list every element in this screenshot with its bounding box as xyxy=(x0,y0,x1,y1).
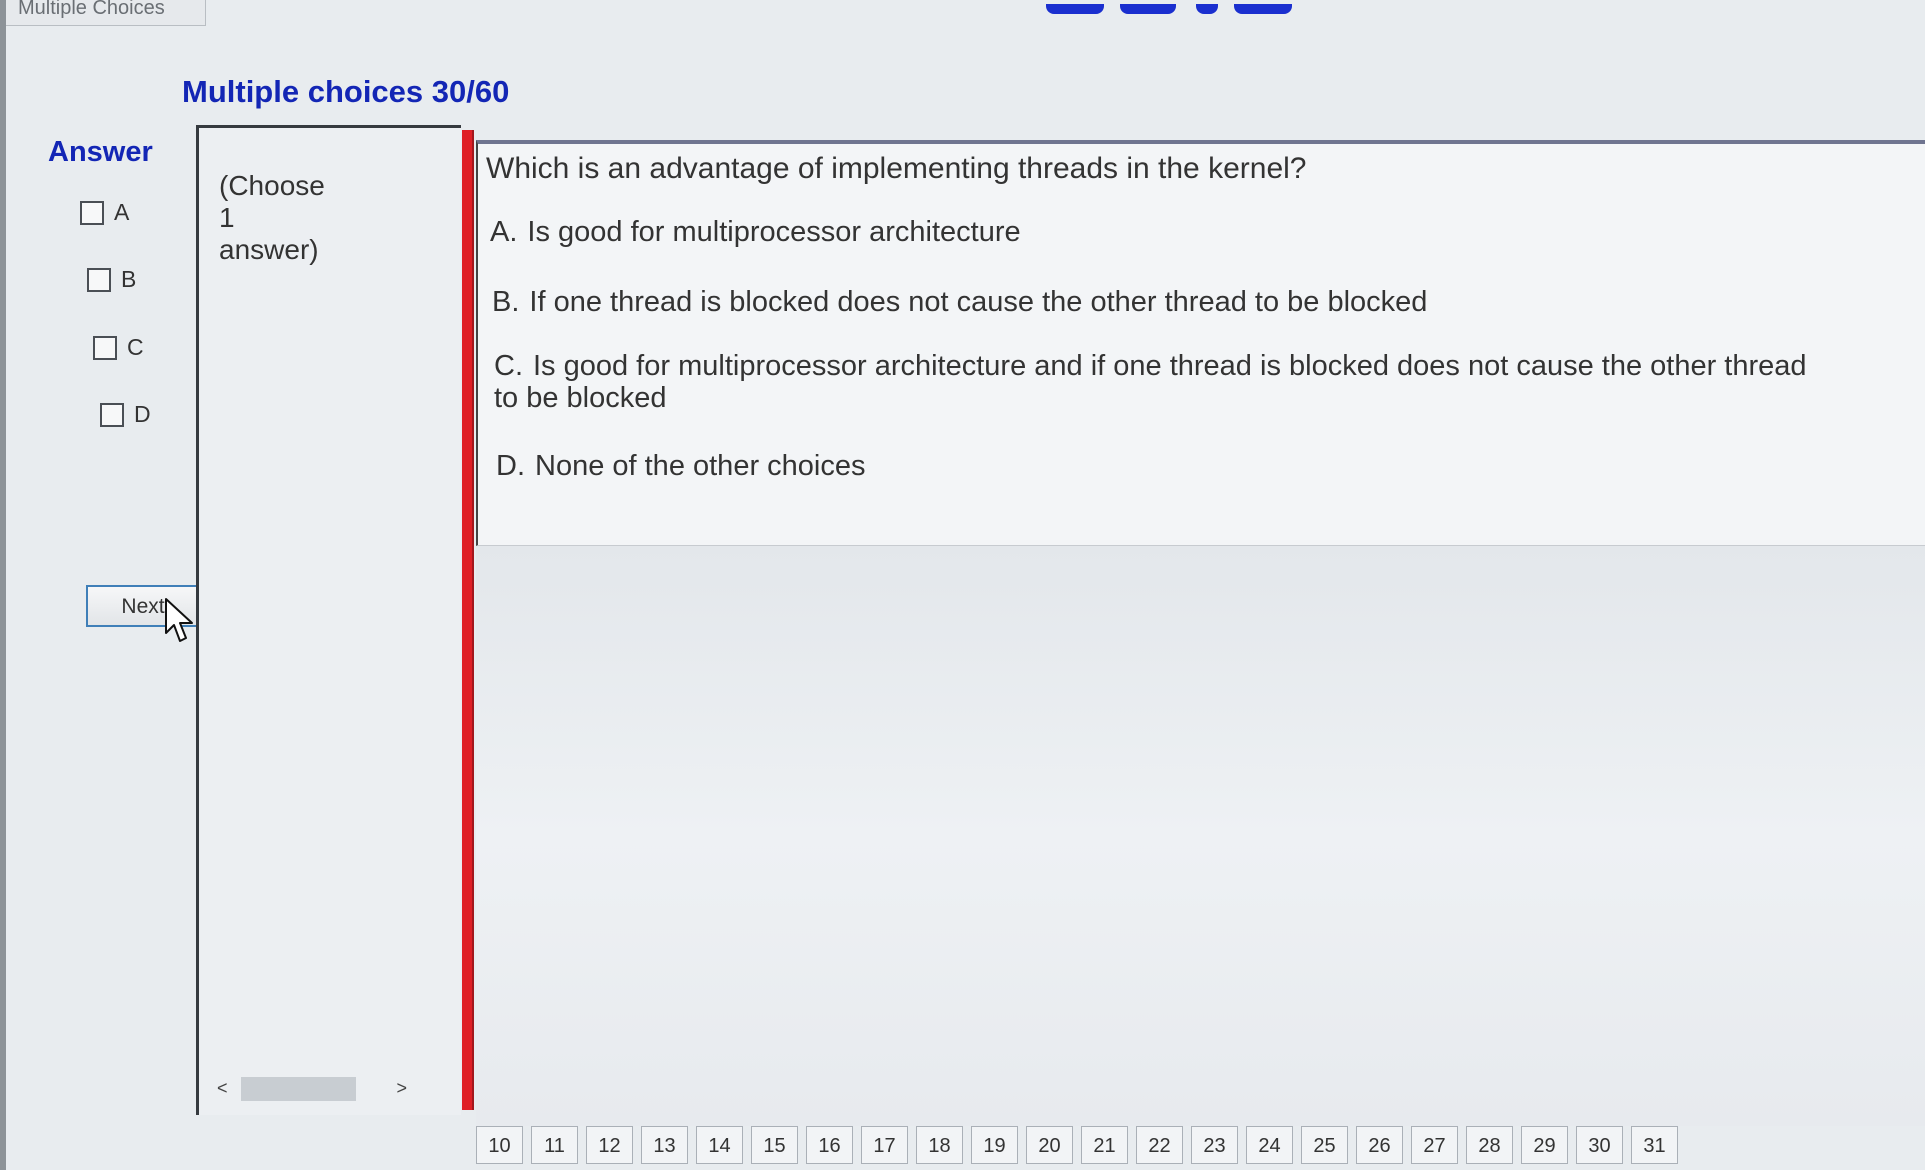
option-b: B. If one thread is blocked does not caus… xyxy=(492,286,1772,318)
choice-label-d: D xyxy=(134,401,151,427)
question-number-28[interactable]: 28 xyxy=(1466,1126,1513,1164)
option-a: A. Is good for multiprocessor architectur… xyxy=(490,216,1770,248)
question-number-17[interactable]: 17 xyxy=(861,1126,908,1164)
arrow-cursor-icon xyxy=(165,598,193,642)
option-d: D. None of the other choices xyxy=(496,450,1776,482)
blank-content-area xyxy=(476,546,1925,1126)
red-divider xyxy=(462,130,474,1110)
choice-label-b: B xyxy=(121,266,137,292)
checkbox-d[interactable] xyxy=(100,402,124,427)
scroll-left-button[interactable]: < xyxy=(217,1078,228,1099)
checkbox-b[interactable] xyxy=(87,267,111,292)
question-number-22[interactable]: 22 xyxy=(1136,1126,1183,1164)
question-number-27[interactable]: 27 xyxy=(1411,1126,1458,1164)
option-a-letter: A. xyxy=(490,216,518,248)
option-b-letter: B. xyxy=(492,286,520,318)
question-number-29[interactable]: 29 xyxy=(1521,1126,1568,1164)
option-c-letter: C. xyxy=(494,350,523,382)
checkbox-a[interactable] xyxy=(80,200,104,225)
question-number-18[interactable]: 18 xyxy=(916,1126,963,1164)
question-prompt: Which is an advantage of implementing th… xyxy=(486,152,1307,185)
question-number-15[interactable]: 15 xyxy=(751,1126,798,1164)
window-tab-label: Multiple Choices xyxy=(18,0,165,19)
question-number-13[interactable]: 13 xyxy=(641,1126,688,1164)
quiz-app: Multiple Choices Multiple choices 30/60 … xyxy=(0,0,1925,1170)
choice-label-a: A xyxy=(114,199,130,225)
question-number-16[interactable]: 16 xyxy=(806,1126,853,1164)
page-title: Multiple choices 30/60 xyxy=(182,74,510,109)
window-tab[interactable]: Multiple Choices xyxy=(6,0,206,26)
question-number-20[interactable]: 20 xyxy=(1026,1126,1073,1164)
question-number-19[interactable]: 19 xyxy=(971,1126,1018,1164)
option-d-text: None of the other choices xyxy=(535,450,866,482)
screen: Multiple Choices Multiple choices 30/60 … xyxy=(0,0,1925,1170)
horizontal-scrollbar-thumb[interactable] xyxy=(241,1077,356,1101)
question-number-12[interactable]: 12 xyxy=(586,1126,633,1164)
question-number-30[interactable]: 30 xyxy=(1576,1126,1623,1164)
option-d-letter: D. xyxy=(496,450,525,482)
option-a-text: Is good for multiprocessor architecture xyxy=(527,216,1021,248)
question-number-21[interactable]: 21 xyxy=(1081,1126,1128,1164)
scroll-right-button[interactable]: > xyxy=(396,1078,407,1099)
question-number-11[interactable]: 11 xyxy=(531,1126,578,1164)
checkbox-c[interactable] xyxy=(93,335,117,360)
question-number-25[interactable]: 25 xyxy=(1301,1126,1348,1164)
question-navigation: 10 11 12 13 14 15 16 17 18 19 20 21 22 2… xyxy=(476,1126,1925,1170)
logo-fragment xyxy=(1046,0,1306,14)
option-c-text: Is good for multiprocessor architecture … xyxy=(494,350,1807,414)
question-number-14[interactable]: 14 xyxy=(696,1126,743,1164)
question-number-23[interactable]: 23 xyxy=(1191,1126,1238,1164)
question-number-10[interactable]: 10 xyxy=(476,1126,523,1164)
question-number-26[interactable]: 26 xyxy=(1356,1126,1403,1164)
answer-choice-d[interactable]: D xyxy=(100,401,151,428)
option-c: C. Is good for multiprocessor architectur… xyxy=(494,350,1814,414)
answer-choice-b[interactable]: B xyxy=(87,266,136,293)
question-number-24[interactable]: 24 xyxy=(1246,1126,1293,1164)
answer-heading: Answer xyxy=(48,136,153,168)
choice-label-c: C xyxy=(127,334,144,360)
answer-choice-a[interactable]: A xyxy=(80,199,129,226)
instruction-text: (Choose 1 answer) xyxy=(219,170,325,265)
option-b-text: If one thread is blocked does not cause … xyxy=(529,286,1428,318)
question-panel: Which is an advantage of implementing th… xyxy=(476,140,1925,546)
question-number-31[interactable]: 31 xyxy=(1631,1126,1678,1164)
answer-choice-c[interactable]: C xyxy=(93,334,144,361)
instruction-panel: (Choose 1 answer) < > xyxy=(196,125,461,1115)
